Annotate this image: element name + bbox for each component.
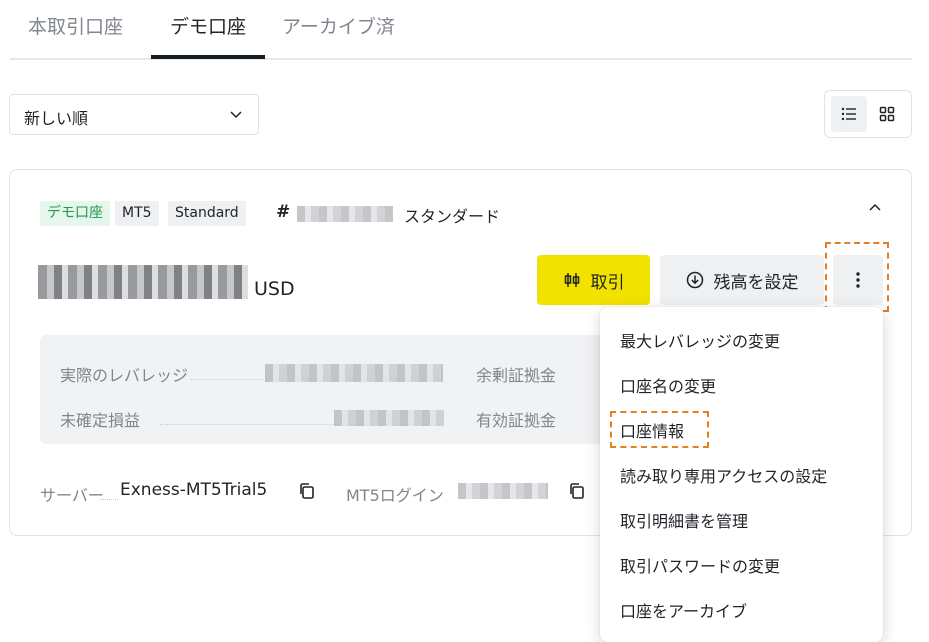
candlestick-icon <box>564 273 579 287</box>
account-options-menu: 最大レバレッジの変更 口座名の変更 口座情報 読み取り専用アクセスの設定 取引明… <box>600 307 883 642</box>
tab-demo-accounts[interactable]: デモ口座 <box>170 12 246 39</box>
stat-equity-label: 有効証拠金 <box>476 411 557 430</box>
view-toggle <box>824 90 912 138</box>
trade-button[interactable]: 取引 <box>537 255 650 305</box>
stat-unrealized-pnl-label: 未確定損益 <box>60 411 141 430</box>
account-number-redacted <box>297 206 393 222</box>
stat-unrealized-pnl-redacted <box>334 410 444 426</box>
list-icon <box>841 107 856 121</box>
stat-actual-leverage-label: 実際のレバレッジ <box>60 366 189 385</box>
download-circle-icon <box>686 271 703 289</box>
balance-redacted <box>38 265 248 299</box>
chevron-down-icon <box>230 111 242 119</box>
tab-real-accounts[interactable]: 本取引口座 <box>28 12 123 39</box>
grid-icon <box>879 106 895 122</box>
menu-item-change-trading-password[interactable]: 取引パスワードの変更 <box>620 553 780 577</box>
copy-server-icon[interactable] <box>297 481 317 501</box>
account-tabs: 本取引口座 デモ口座 アーカイブ済 <box>10 0 912 60</box>
highlight-account-info <box>610 411 709 448</box>
active-tab-underline <box>151 55 265 59</box>
stat-free-margin-label: 余剰証拠金 <box>476 366 557 385</box>
account-type-label: スタンダード <box>404 207 501 226</box>
mt5-login-redacted <box>458 483 548 499</box>
menu-item-manage-statements[interactable]: 取引明細書を管理 <box>620 508 748 532</box>
badge-platform: MT5 <box>115 201 159 226</box>
chevron-up-icon[interactable] <box>867 200 883 216</box>
stat-actual-leverage-redacted <box>265 364 443 382</box>
menu-item-change-max-leverage[interactable]: 最大レバレッジの変更 <box>620 328 780 352</box>
sort-selected-value: 新しい順 <box>24 109 89 128</box>
balance-currency: USD <box>254 278 295 300</box>
menu-item-read-only-access[interactable]: 読み取り専用アクセスの設定 <box>620 463 827 487</box>
server-value: Exness-MT5Trial5 <box>120 480 268 500</box>
copy-login-icon[interactable] <box>567 481 587 501</box>
grid-view-button[interactable] <box>869 96 905 132</box>
highlight-more-button <box>825 242 889 312</box>
badge-demo: デモ口座 <box>40 201 110 226</box>
set-balance-button[interactable]: 残高を設定 <box>660 255 824 305</box>
trade-button-label: 取引 <box>590 272 625 293</box>
list-view-button[interactable] <box>831 96 867 132</box>
badge-account-type: Standard <box>168 201 246 226</box>
server-label: サーバー <box>40 486 104 505</box>
mt5-login-label: MT5ログイン <box>346 486 444 505</box>
menu-item-rename-account[interactable]: 口座名の変更 <box>620 373 716 397</box>
sort-select[interactable]: 新しい順 <box>9 94 259 135</box>
tab-archived[interactable]: アーカイブ済 <box>282 12 395 39</box>
menu-item-archive-account[interactable]: 口座をアーカイブ <box>620 598 747 622</box>
set-balance-label: 残高を設定 <box>713 272 799 293</box>
account-number-hash: # <box>276 202 291 222</box>
